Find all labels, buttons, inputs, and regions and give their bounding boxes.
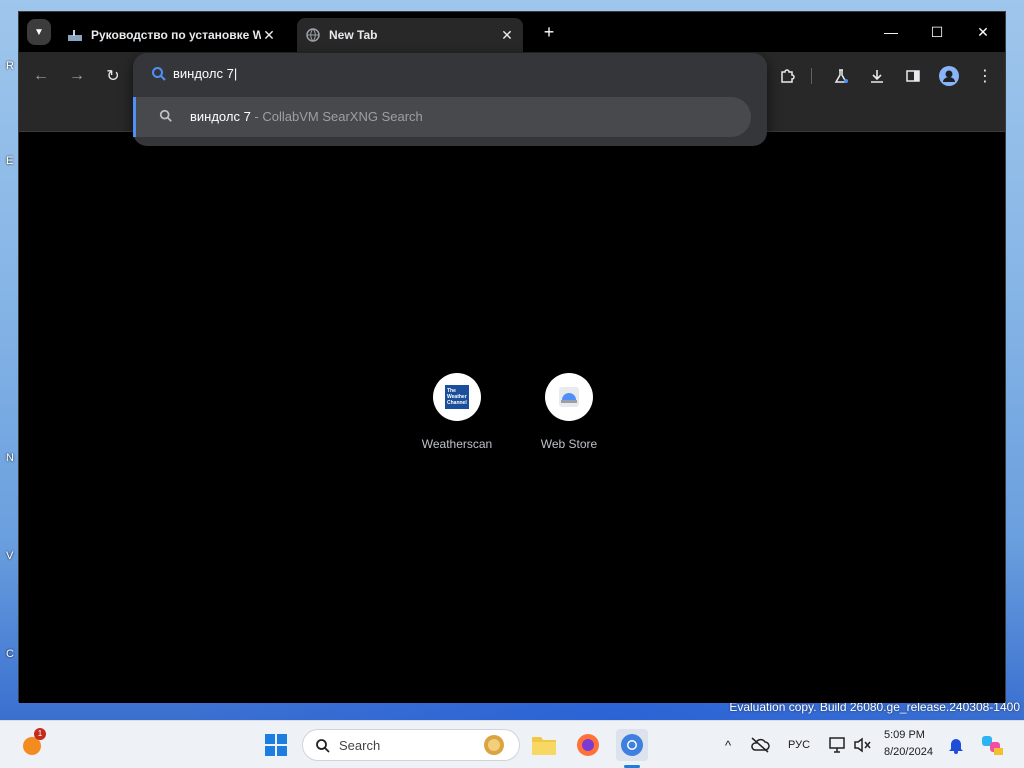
search-icon: [159, 109, 172, 122]
shortcut-label: Weatherscan: [421, 437, 493, 451]
flask-icon: [834, 69, 848, 83]
firefox-button[interactable]: [572, 729, 604, 761]
omnibox-suggestion[interactable]: виндолс 7 - CollabVM SearXNG Search: [133, 97, 751, 137]
desktop-icon[interactable]: V: [6, 550, 18, 564]
close-window-button[interactable]: ✕: [971, 20, 995, 44]
windows-icon: [265, 734, 287, 756]
back-button[interactable]: ←: [29, 64, 53, 88]
forward-button[interactable]: →: [65, 64, 89, 88]
tab-close-icon[interactable]: ✕: [261, 27, 277, 44]
file-explorer-button[interactable]: [528, 729, 560, 761]
maximize-button[interactable]: ☐: [925, 20, 949, 44]
minimize-button[interactable]: —: [879, 20, 903, 44]
tab-strip: ▼ Руководство по установке Wi ✕ New Tab …: [19, 12, 1005, 52]
tab-installation-guide[interactable]: Руководство по установке Wi ✕: [59, 18, 285, 52]
network-status-button[interactable]: [744, 729, 776, 761]
taskbar: 1 Search ^ РУС 5:09 PM 8/20/2024: [0, 720, 1024, 768]
tab-title: New Tab: [329, 28, 378, 42]
bell-icon: [949, 739, 963, 754]
copilot-button[interactable]: [976, 729, 1008, 761]
chrome-icon: [621, 734, 643, 756]
desktop-icon[interactable]: R: [6, 60, 18, 74]
side-panel-button[interactable]: [901, 64, 925, 88]
downloads-button[interactable]: [865, 64, 889, 88]
search-label: Search: [339, 738, 381, 753]
tab-search-button[interactable]: ▼: [27, 19, 51, 45]
tab-close-icon[interactable]: ✕: [499, 27, 515, 44]
shortcut-web-store[interactable]: Web Store: [521, 373, 617, 451]
profile-button[interactable]: [937, 64, 961, 88]
arrow-left-icon: ←: [33, 67, 49, 84]
menu-button[interactable]: ⋮: [973, 64, 997, 88]
toolbar-divider: [811, 68, 812, 84]
shortcut-icon-circle: [545, 373, 593, 421]
start-button[interactable]: [260, 729, 292, 761]
desktop-icon[interactable]: N: [6, 452, 18, 466]
search-icon: [152, 67, 166, 81]
folder-icon: [532, 737, 556, 755]
browser-window: ▼ Руководство по установке Wi ✕ New Tab …: [18, 11, 1006, 703]
more-vert-icon: ⋮: [977, 68, 993, 85]
new-tab-page: The Weather Channel Weatherscan Web Stor…: [19, 133, 1005, 703]
omnibox-dropdown[interactable]: виндолс 7| виндолс 7 - CollabVM SearXNG …: [133, 53, 767, 146]
clock-date[interactable]: 8/20/2024: [884, 746, 933, 758]
language-indicator[interactable]: РУС: [788, 739, 810, 751]
reload-icon: ↻: [106, 68, 120, 85]
notification-badge: 1: [34, 728, 46, 740]
clock-time[interactable]: 5:09 PM: [884, 729, 925, 741]
volume-button[interactable]: [846, 729, 878, 761]
extensions-button[interactable]: [775, 64, 799, 88]
labs-button[interactable]: [829, 64, 853, 88]
speaker-muted-icon: [854, 737, 871, 753]
download-icon: [871, 70, 883, 83]
chevron-up-icon: ^: [724, 737, 732, 753]
copilot-icon: [982, 736, 1003, 755]
avatar-icon: [939, 66, 959, 86]
shortcut-label: Web Store: [540, 437, 598, 451]
firefox-icon: [577, 734, 599, 756]
notifications-button[interactable]: [940, 729, 972, 761]
address-bar-input[interactable]: виндолс 7|: [173, 66, 237, 81]
weather-channel-logo: The Weather Channel: [445, 385, 469, 409]
monitor-icon: [829, 737, 845, 753]
show-hidden-icons-button[interactable]: ^: [712, 729, 744, 761]
web-store-icon: [559, 387, 579, 407]
search-highlight-icon: [484, 735, 504, 755]
new-tab-button[interactable]: +: [539, 22, 559, 42]
side-panel-icon: [906, 70, 920, 82]
desktop-icon[interactable]: C: [6, 648, 18, 662]
chrome-button[interactable]: [616, 729, 648, 761]
globe-icon: [305, 27, 321, 43]
suggestion-text: виндолс 7 - CollabVM SearXNG Search: [190, 109, 423, 124]
arrow-right-icon: →: [69, 67, 85, 84]
shortcut-icon-circle: The Weather Channel: [433, 373, 481, 421]
tab-title: Руководство по установке Wi: [91, 28, 261, 42]
reload-button[interactable]: ↻: [101, 64, 125, 88]
site-favicon-icon: [67, 27, 83, 43]
chevron-down-icon: ▼: [34, 26, 44, 38]
desktop-icon[interactable]: E: [6, 155, 18, 169]
search-icon: [316, 739, 330, 753]
tab-new-tab[interactable]: New Tab ✕: [297, 18, 523, 52]
taskbar-search[interactable]: Search: [302, 729, 520, 761]
puzzle-icon: [781, 69, 795, 83]
cloud-off-icon: [751, 737, 770, 753]
shortcut-weatherscan[interactable]: The Weather Channel Weatherscan: [409, 373, 505, 451]
